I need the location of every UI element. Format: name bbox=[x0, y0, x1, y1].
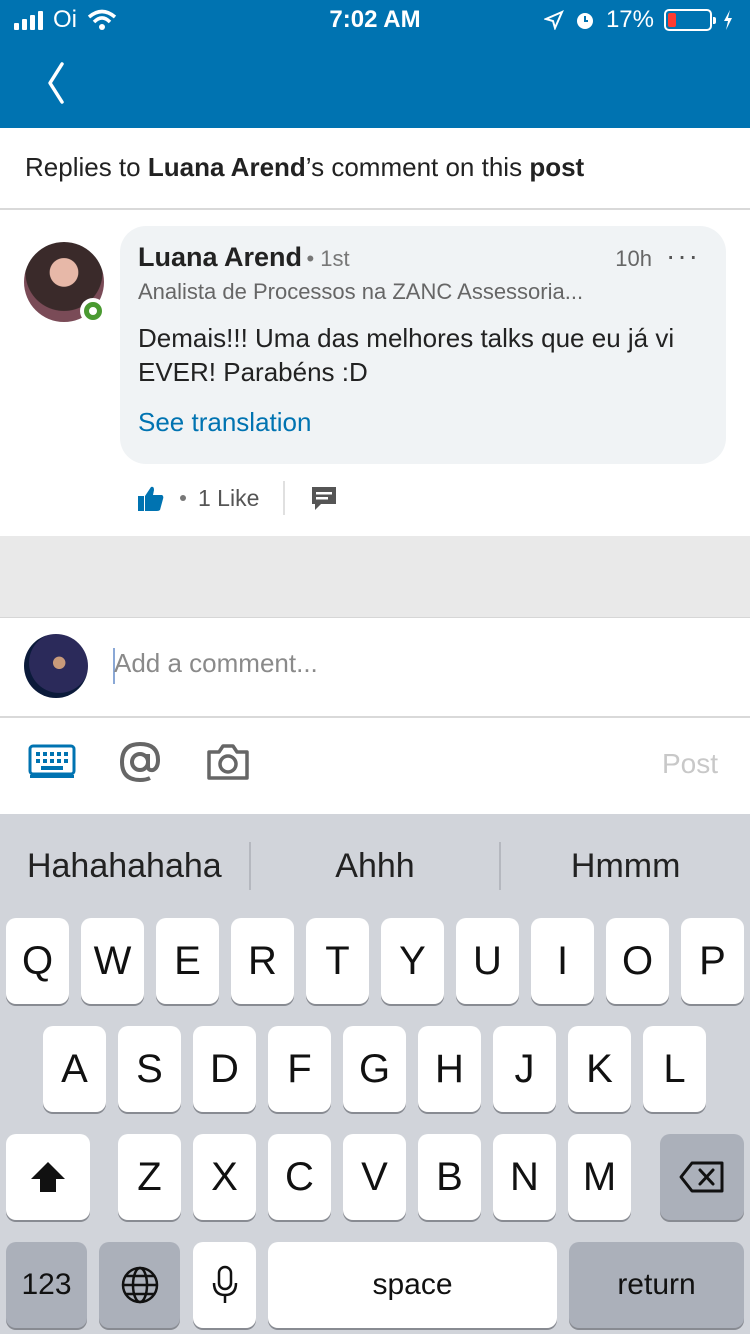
divider bbox=[283, 481, 286, 515]
key-d[interactable]: D bbox=[193, 1026, 256, 1112]
key-b[interactable]: B bbox=[418, 1134, 481, 1220]
replies-header: Replies to Luana Arend’s comment on this… bbox=[0, 128, 750, 210]
key-t[interactable]: T bbox=[306, 918, 369, 1004]
comment-text: Demais!!! Uma das melhores talks que eu … bbox=[138, 323, 675, 387]
post-button[interactable]: Post bbox=[662, 748, 718, 780]
key-v[interactable]: V bbox=[343, 1134, 406, 1220]
numbers-key[interactable]: 123 bbox=[6, 1242, 87, 1328]
key-r[interactable]: R bbox=[231, 918, 294, 1004]
key-e[interactable]: E bbox=[156, 918, 219, 1004]
key-z[interactable]: Z bbox=[118, 1134, 181, 1220]
key-m[interactable]: M bbox=[568, 1134, 631, 1220]
like-thumbs-up-icon[interactable] bbox=[136, 483, 166, 513]
keyboard-icon[interactable] bbox=[28, 742, 76, 778]
separator-band bbox=[0, 536, 750, 618]
globe-key[interactable] bbox=[99, 1242, 180, 1328]
mention-icon[interactable] bbox=[118, 740, 162, 784]
separator-dot bbox=[180, 495, 186, 501]
backspace-key[interactable] bbox=[660, 1134, 744, 1220]
key-j[interactable]: J bbox=[493, 1026, 556, 1112]
shift-key[interactable] bbox=[6, 1134, 90, 1220]
key-a[interactable]: A bbox=[43, 1026, 106, 1112]
online-status-icon bbox=[80, 298, 106, 324]
location-icon bbox=[543, 10, 564, 30]
space-key[interactable]: space bbox=[268, 1242, 557, 1328]
key-f[interactable]: F bbox=[268, 1026, 331, 1112]
comment-time: 10h bbox=[615, 246, 652, 271]
key-s[interactable]: S bbox=[118, 1026, 181, 1112]
reply-icon[interactable] bbox=[309, 483, 339, 513]
back-icon[interactable] bbox=[40, 58, 80, 108]
key-i[interactable]: I bbox=[531, 918, 594, 1004]
comment-composer bbox=[0, 618, 750, 718]
key-y[interactable]: Y bbox=[381, 918, 444, 1004]
microphone-key[interactable] bbox=[193, 1242, 256, 1328]
suggestion-bar: Hahahahaha Ahhh Hmmm bbox=[0, 814, 750, 918]
comment-author[interactable]: Luana Arend bbox=[138, 242, 302, 272]
more-options-icon[interactable]: ··· bbox=[666, 240, 700, 272]
key-q[interactable]: Q bbox=[6, 918, 69, 1004]
return-key[interactable]: return bbox=[569, 1242, 744, 1328]
key-u[interactable]: U bbox=[456, 918, 519, 1004]
comment-bubble: Luana Arend • 1st 10h ··· Analista de Pr… bbox=[120, 226, 726, 464]
globe-icon bbox=[121, 1266, 158, 1304]
status-bar: Oi 7:02 AM 17% bbox=[0, 0, 750, 40]
microphone-icon bbox=[212, 1265, 237, 1303]
battery-icon bbox=[664, 9, 716, 31]
key-p[interactable]: P bbox=[681, 918, 744, 1004]
charging-icon bbox=[724, 10, 732, 30]
key-w[interactable]: W bbox=[81, 918, 144, 1004]
keyboard: Hahahahaha Ahhh Hmmm Q W E R T Y U I O P… bbox=[0, 814, 750, 1334]
shift-icon bbox=[31, 1162, 65, 1192]
backspace-icon bbox=[679, 1161, 724, 1193]
key-k[interactable]: K bbox=[568, 1026, 631, 1112]
key-n[interactable]: N bbox=[493, 1134, 556, 1220]
suggestion-1[interactable]: Hahahahaha bbox=[0, 847, 249, 886]
battery-percent: 17% bbox=[605, 6, 654, 33]
composer-toolbar: Post bbox=[0, 718, 750, 814]
alarm-icon bbox=[576, 13, 593, 29]
key-o[interactable]: O bbox=[606, 918, 669, 1004]
key-x[interactable]: X bbox=[193, 1134, 256, 1220]
header-author-link[interactable]: Luana Arend bbox=[148, 152, 306, 182]
connection-degree: • 1st bbox=[306, 246, 350, 271]
suggestion-2[interactable]: Ahhh bbox=[251, 847, 500, 886]
key-g[interactable]: G bbox=[343, 1026, 406, 1112]
key-c[interactable]: C bbox=[268, 1134, 331, 1220]
author-headline: Analista de Processos na ZANC Assessoria… bbox=[138, 279, 584, 304]
key-l[interactable]: L bbox=[643, 1026, 706, 1112]
key-h[interactable]: H bbox=[418, 1026, 481, 1112]
comment-actions: 1 Like bbox=[136, 478, 339, 518]
like-count[interactable]: 1 Like bbox=[198, 485, 259, 512]
camera-icon[interactable] bbox=[206, 742, 250, 782]
top-bar: Oi 7:02 AM 17% bbox=[0, 0, 750, 128]
comment-input[interactable] bbox=[114, 648, 674, 679]
suggestion-3[interactable]: Hmmm bbox=[501, 847, 750, 886]
header-post-link[interactable]: post bbox=[529, 152, 584, 182]
see-translation-link[interactable]: See translation bbox=[138, 407, 708, 438]
avatar bbox=[24, 634, 88, 698]
